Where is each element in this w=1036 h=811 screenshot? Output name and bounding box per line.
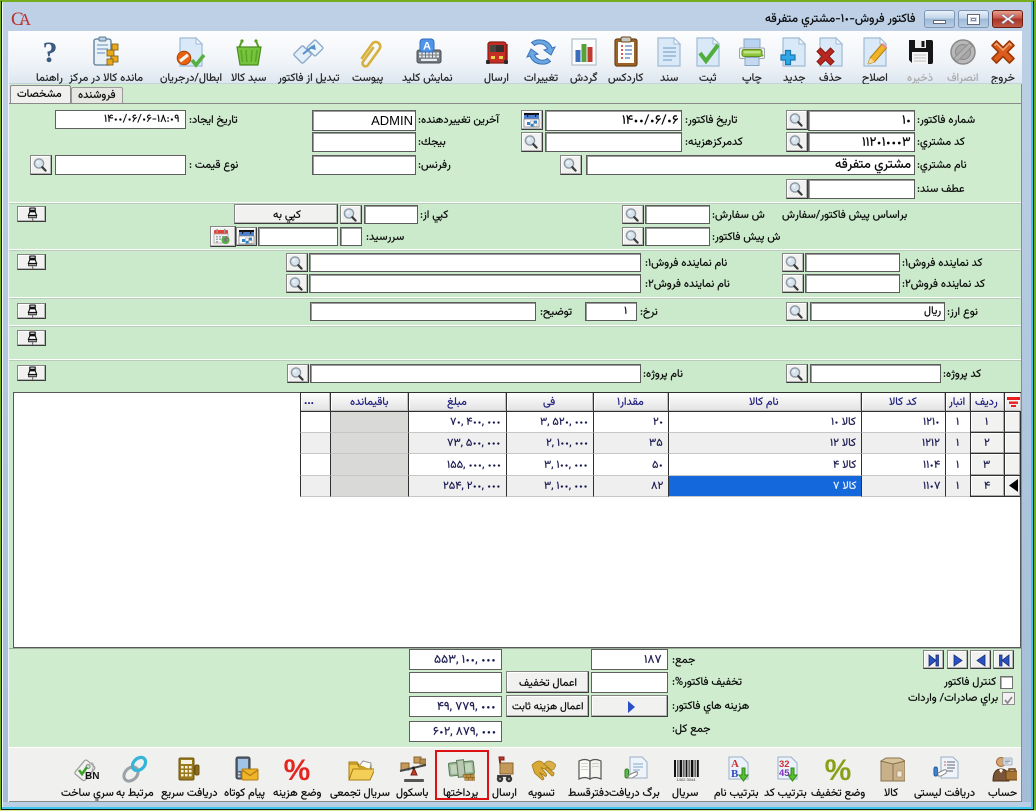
- svg-text:%: %: [825, 755, 852, 783]
- svg-text:%: %: [284, 755, 311, 783]
- svg-text:B: B: [731, 768, 739, 780]
- svg-text:1402 3044: 1402 3044: [677, 777, 697, 782]
- svg-text:45: 45: [779, 768, 790, 779]
- svg-text:BN: BN: [85, 771, 99, 782]
- svg-text:?: ?: [43, 36, 58, 68]
- svg-text:A: A: [423, 41, 431, 53]
